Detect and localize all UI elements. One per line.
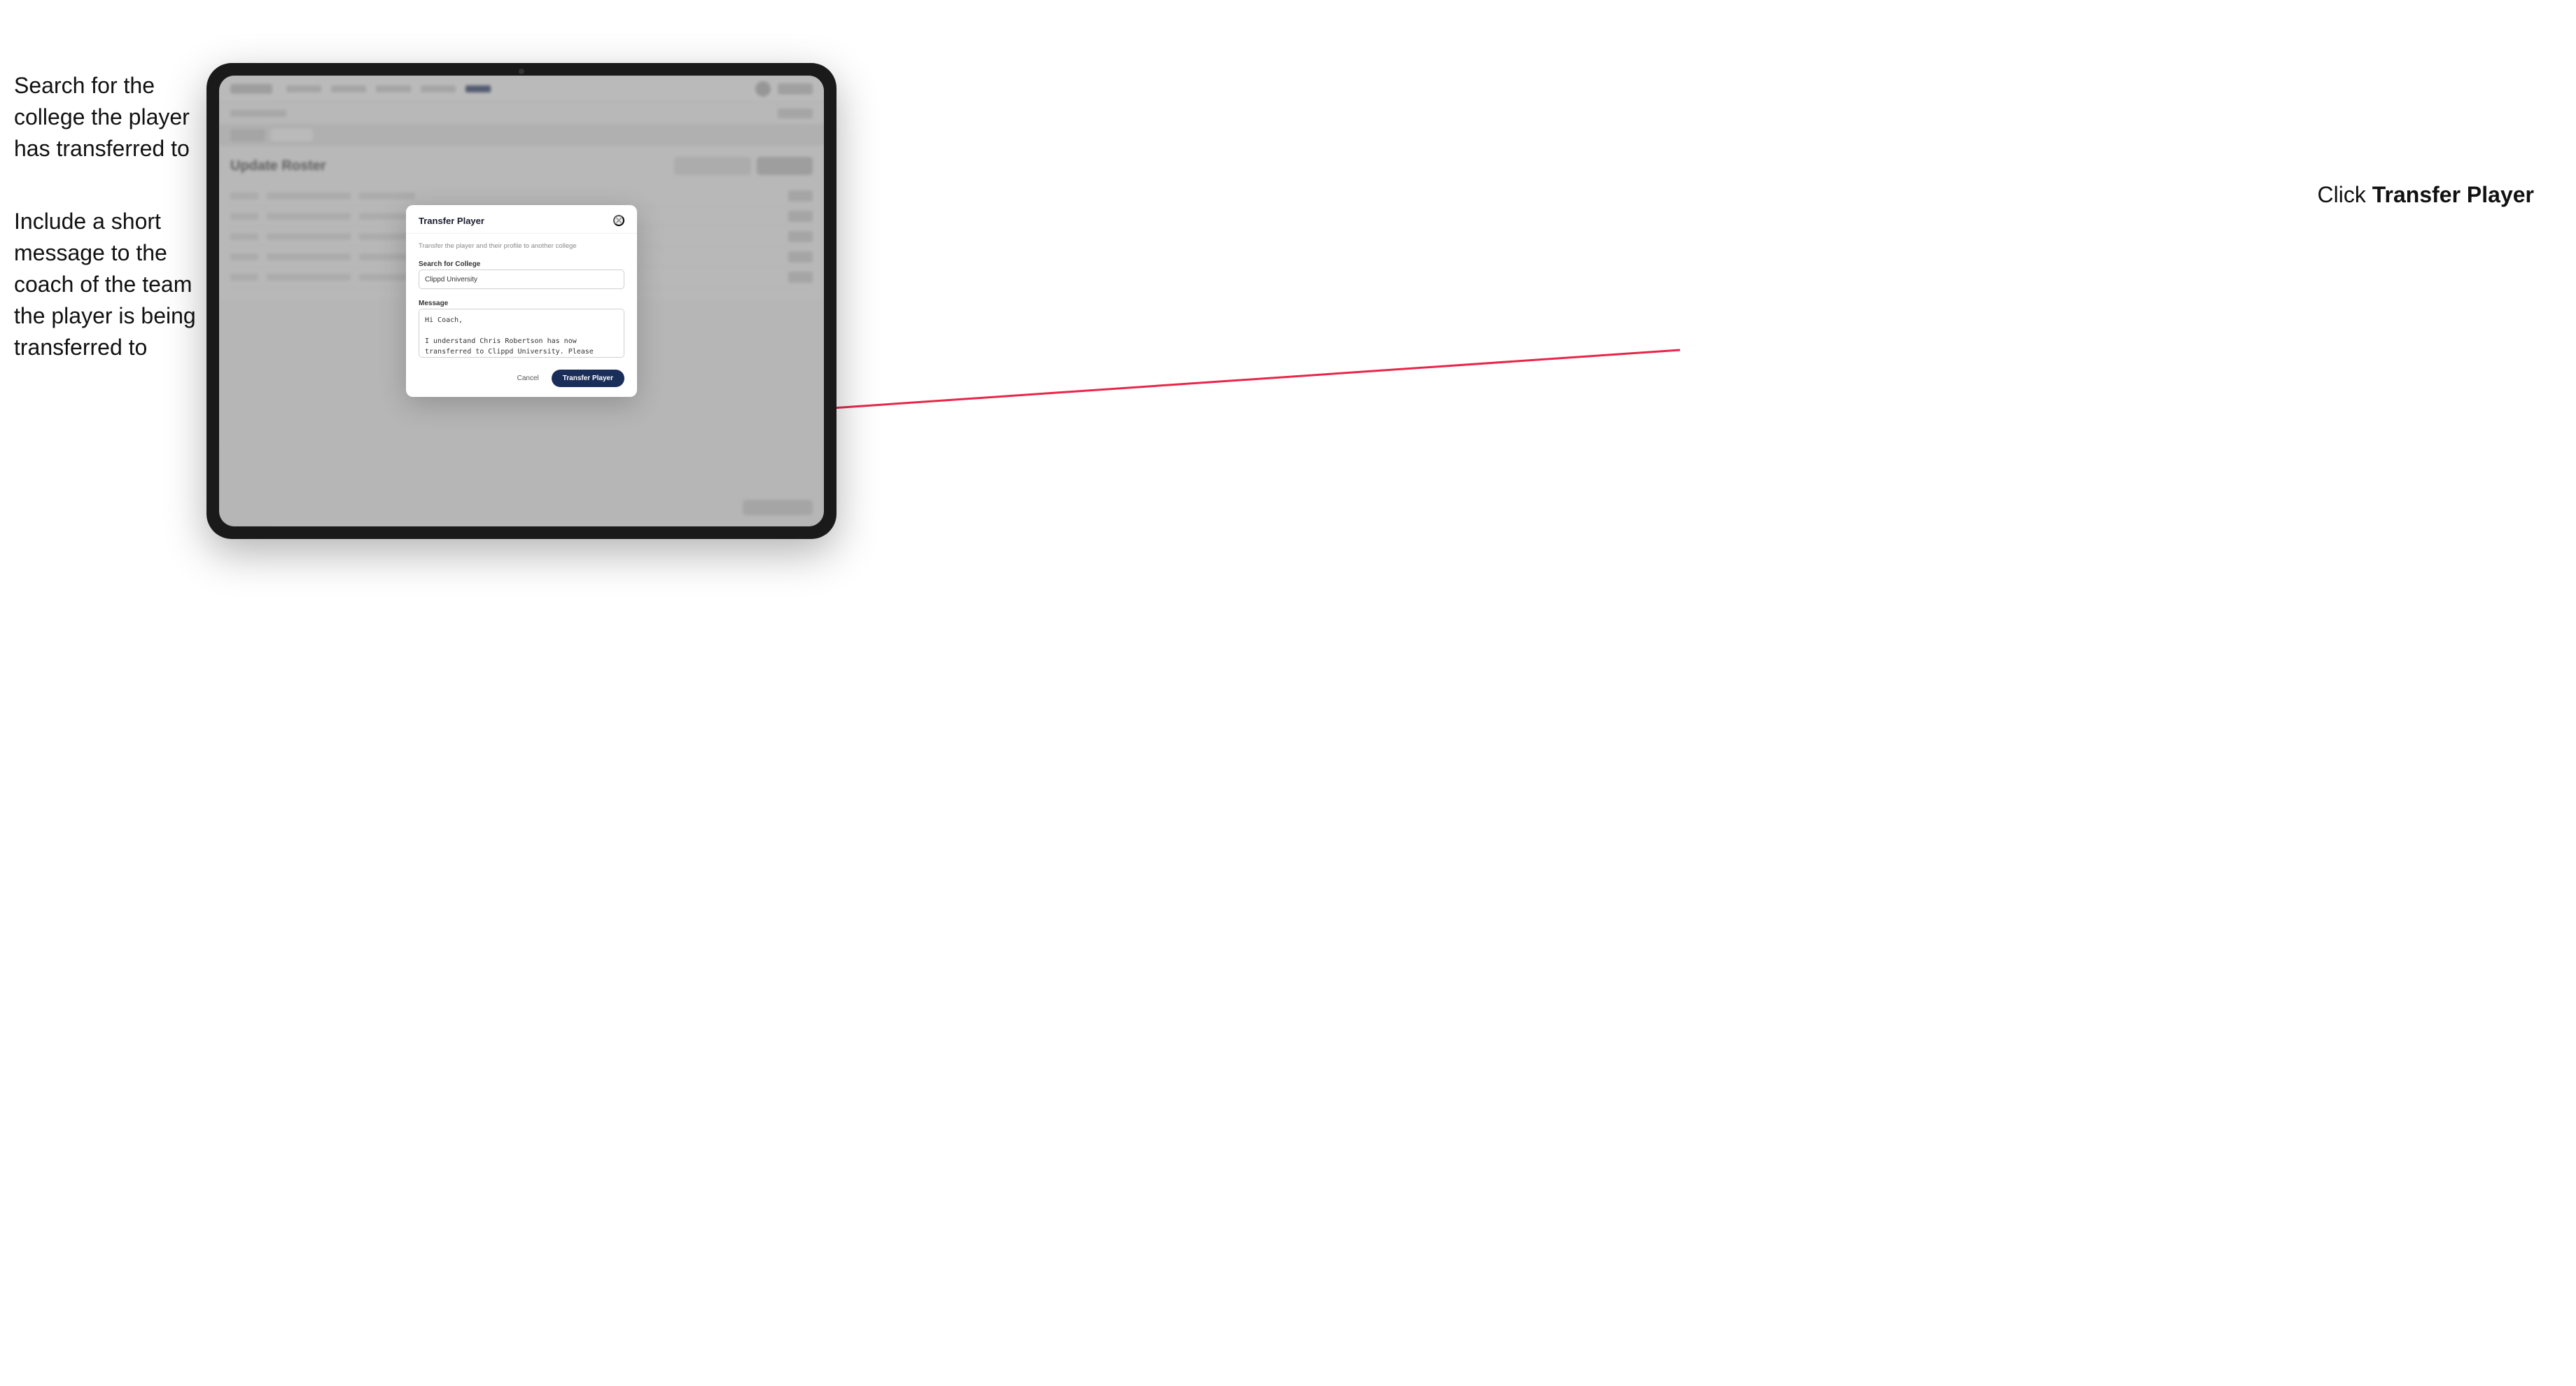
transfer-player-button[interactable]: Transfer Player xyxy=(552,370,624,387)
modal-close-button[interactable]: ✕ xyxy=(613,215,624,226)
college-field-label: Search for College xyxy=(419,260,480,268)
modal-title: Transfer Player xyxy=(419,216,484,226)
cancel-button[interactable]: Cancel xyxy=(512,370,545,386)
tablet-screen: Update Roster xyxy=(219,76,824,526)
college-search-input[interactable] xyxy=(419,270,624,289)
annotation-text-2: Include a short message to the coach of … xyxy=(14,206,203,363)
annotation-right: Click Transfer Player xyxy=(2318,182,2534,208)
tablet-frame: Update Roster xyxy=(206,63,836,539)
annotation-text-1: Search for the college the player has tr… xyxy=(14,70,203,164)
modal-description: Transfer the player and their profile to… xyxy=(419,242,624,250)
annotation-right-prefix: Click xyxy=(2318,182,2372,207)
annotation-right-bold: Transfer Player xyxy=(2372,182,2534,207)
message-field-label: Message xyxy=(419,300,448,307)
tablet-camera xyxy=(519,69,524,74)
modal-footer: Cancel Transfer Player xyxy=(406,361,637,397)
modal-overlay: Transfer Player ✕ Transfer the player an… xyxy=(219,76,824,526)
modal-body: Transfer the player and their profile to… xyxy=(406,234,637,361)
annotation-left: Search for the college the player has tr… xyxy=(14,70,203,405)
modal-header: Transfer Player ✕ xyxy=(406,205,637,234)
transfer-player-modal: Transfer Player ✕ Transfer the player an… xyxy=(406,205,637,397)
message-textarea[interactable]: Hi Coach, I understand Chris Robertson h… xyxy=(419,309,624,358)
